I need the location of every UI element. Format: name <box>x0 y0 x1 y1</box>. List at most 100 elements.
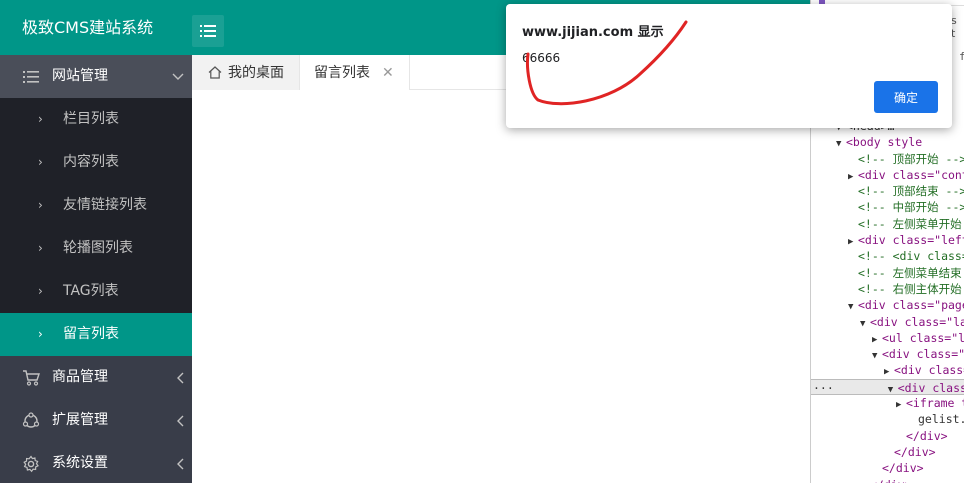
dom-tree-text: <!-- 顶部结束 --> <box>858 184 964 199</box>
sidebar-group-label: 网站管理 <box>52 68 108 84</box>
expand-down-icon[interactable]: ▼ <box>848 299 858 313</box>
sidebar-item-label: 内容列表 <box>63 154 119 170</box>
expand-right-icon[interactable]: ▶ <box>884 364 894 378</box>
dom-tree-text: <!-- 顶部开始 --> <box>858 151 964 166</box>
chevron-right-icon: › <box>38 284 43 298</box>
tab-message-list[interactable]: 留言列表 ✕ <box>300 55 410 90</box>
tab-home[interactable]: 我的桌面 <box>192 55 300 90</box>
chevron-right-icon: › <box>38 112 43 126</box>
dom-tree-line[interactable]: ▶ <iframe t <box>811 395 964 411</box>
dom-tree-line[interactable]: ▶ <div class="left <box>811 232 964 248</box>
dom-tree-line[interactable]: ▼ <body style <box>811 134 964 150</box>
dom-tree-text: <div class= <box>894 363 964 378</box>
dom-tree-line[interactable]: </div> <box>811 460 964 476</box>
dom-tree-text: <!-- <div class=" <box>858 249 964 264</box>
gear-icon <box>22 454 40 473</box>
dom-tree-line[interactable]: ▶ <div class= <box>811 362 964 378</box>
sidebar-item-carousel-list[interactable]: › 轮播图列表 <box>0 227 192 270</box>
expand-right-icon[interactable]: ▶ <box>896 397 906 411</box>
hamburger-icon <box>200 25 216 37</box>
dom-tree-line[interactable]: </div> <box>811 477 964 483</box>
expand-down-icon[interactable]: ▼ <box>836 136 846 150</box>
more-icon[interactable]: ··· <box>813 381 841 394</box>
sidebar-item-content-list[interactable]: › 内容列表 <box>0 141 192 184</box>
sidebar-item-category-list[interactable]: › 栏目列表 <box>0 98 192 141</box>
expand-down-icon[interactable]: ▼ <box>860 316 870 330</box>
dom-tree-line[interactable]: ▼ <div class="page <box>811 297 964 313</box>
list-icon <box>22 68 40 86</box>
dom-tree-line[interactable]: <!-- 顶部结束 --> <box>811 183 964 199</box>
chevron-right-icon: › <box>38 155 43 169</box>
menu-toggle-button[interactable] <box>192 15 224 47</box>
dom-tree-text: <div class="l <box>882 347 964 362</box>
dom-tree-line[interactable]: ▼ <div class="lay <box>811 314 964 330</box>
chevron-down-icon <box>172 55 184 98</box>
dom-tree-text: <ul class="la <box>882 330 964 345</box>
chevron-right-icon: › <box>38 198 43 212</box>
expand-right-icon[interactable]: ▶ <box>872 332 882 346</box>
tab-current-label: 留言列表 <box>314 64 370 81</box>
dom-tree-text: <iframe t <box>906 396 964 411</box>
dom-tree-line[interactable]: <!-- 顶部开始 --> <box>811 151 964 167</box>
dom-tree-text: <!-- 左侧菜单结束 <box>858 265 962 280</box>
chevron-right-icon: › <box>38 241 43 255</box>
sidebar-item-label: TAG列表 <box>63 283 119 299</box>
sidebar-item-friend-links[interactable]: › 友情链接列表 <box>0 184 192 227</box>
dom-tree-line[interactable]: ▶ <div class="conta <box>811 167 964 183</box>
expand-down-icon[interactable]: ▼ <box>888 382 898 394</box>
sidebar-item-label: 栏目列表 <box>63 111 119 127</box>
chevron-left-icon <box>176 399 184 442</box>
sidebar-group-site-management[interactable]: 网站管理 <box>0 55 192 98</box>
sidebar-group-product-management[interactable]: 商品管理 <box>0 356 192 399</box>
extension-icon <box>22 411 40 430</box>
dom-tree-text: <!-- 右侧主体开始 <box>858 281 962 296</box>
dom-tree-line[interactable]: </div> <box>811 428 964 444</box>
dialog-message: 66666 <box>522 51 561 65</box>
dom-tree-text: gelist.ht <box>918 412 964 427</box>
sidebar-item-label: 友情链接列表 <box>63 197 147 213</box>
sidebar-group-system-settings[interactable]: 系统设置 <box>0 442 192 483</box>
dom-tree-line[interactable]: <!-- 右侧主体开始 <box>811 281 964 297</box>
dom-tree-text: </div> <box>906 428 948 443</box>
dom-tree-line[interactable]: <!-- 中部开始 --> <box>811 199 964 215</box>
dom-tree-text: <!-- 中部开始 --> <box>858 200 964 215</box>
expand-right-icon[interactable]: ▶ <box>848 234 858 248</box>
sidebar-group-label: 扩展管理 <box>52 412 108 428</box>
cart-icon <box>22 369 40 387</box>
devtools-side-text-2: f <box>959 50 964 63</box>
dom-tree-line[interactable]: ··· ▼<div class= <box>811 378 964 396</box>
expand-right-icon[interactable]: ▶ <box>848 169 858 183</box>
alert-dialog: www.jijian.com 显示 66666 确定 <box>506 4 952 128</box>
sidebar-item-message-list[interactable]: › 留言列表 <box>0 313 192 356</box>
devtools-side-text: s t <box>951 14 957 40</box>
app-title: 极致CMS建站系统 <box>22 18 154 37</box>
submenu-site-management: › 栏目列表 › 内容列表 › 友情链接列表 › 轮播图列表 › TAG列表 ›… <box>0 98 192 356</box>
dom-tree-text: <div class= <box>897 380 964 395</box>
home-icon <box>208 66 222 79</box>
dom-tree-line[interactable]: gelist.ht <box>811 411 964 427</box>
chevron-left-icon <box>176 356 184 399</box>
dialog-title: www.jijian.com 显示 <box>522 25 664 40</box>
dom-tree-line[interactable]: ▶ <ul class="la <box>811 330 964 346</box>
sidebar: 网站管理 › 栏目列表 › 内容列表 › 友情链接列表 › 轮播图列表 › TA… <box>0 55 192 483</box>
dom-tree-text: <body style <box>846 135 923 150</box>
dom-tree-line[interactable]: <!-- 左侧菜单结束 <box>811 265 964 281</box>
sidebar-group-extension-management[interactable]: 扩展管理 <box>0 399 192 442</box>
expand-down-icon[interactable]: ▼ <box>872 348 882 362</box>
chevron-right-icon: › <box>38 327 43 341</box>
sidebar-item-label: 轮播图列表 <box>63 240 133 256</box>
dom-tree-line[interactable]: ▼ <div class="l <box>811 346 964 362</box>
dom-tree-line[interactable]: <!-- <div class=" <box>811 248 964 264</box>
sidebar-item-tag-list[interactable]: › TAG列表 <box>0 270 192 313</box>
chevron-left-icon <box>176 442 184 483</box>
dom-tree: ▼<head>…▼<body style<!-- 顶部开始 -->▶<div c… <box>811 118 964 483</box>
sidebar-group-label: 系统设置 <box>52 455 108 471</box>
close-icon[interactable]: ✕ <box>382 56 394 90</box>
dom-tree-text: </div> <box>894 444 936 459</box>
dom-tree-line[interactable]: <!-- 左侧菜单开始 <box>811 216 964 232</box>
dom-tree-text: </div> <box>882 461 924 476</box>
ok-button[interactable]: 确定 <box>874 81 938 113</box>
dom-tree-text: <div class="page <box>858 298 964 313</box>
dom-tree-text: <div class="lay <box>870 314 964 329</box>
dom-tree-line[interactable]: </div> <box>811 444 964 460</box>
